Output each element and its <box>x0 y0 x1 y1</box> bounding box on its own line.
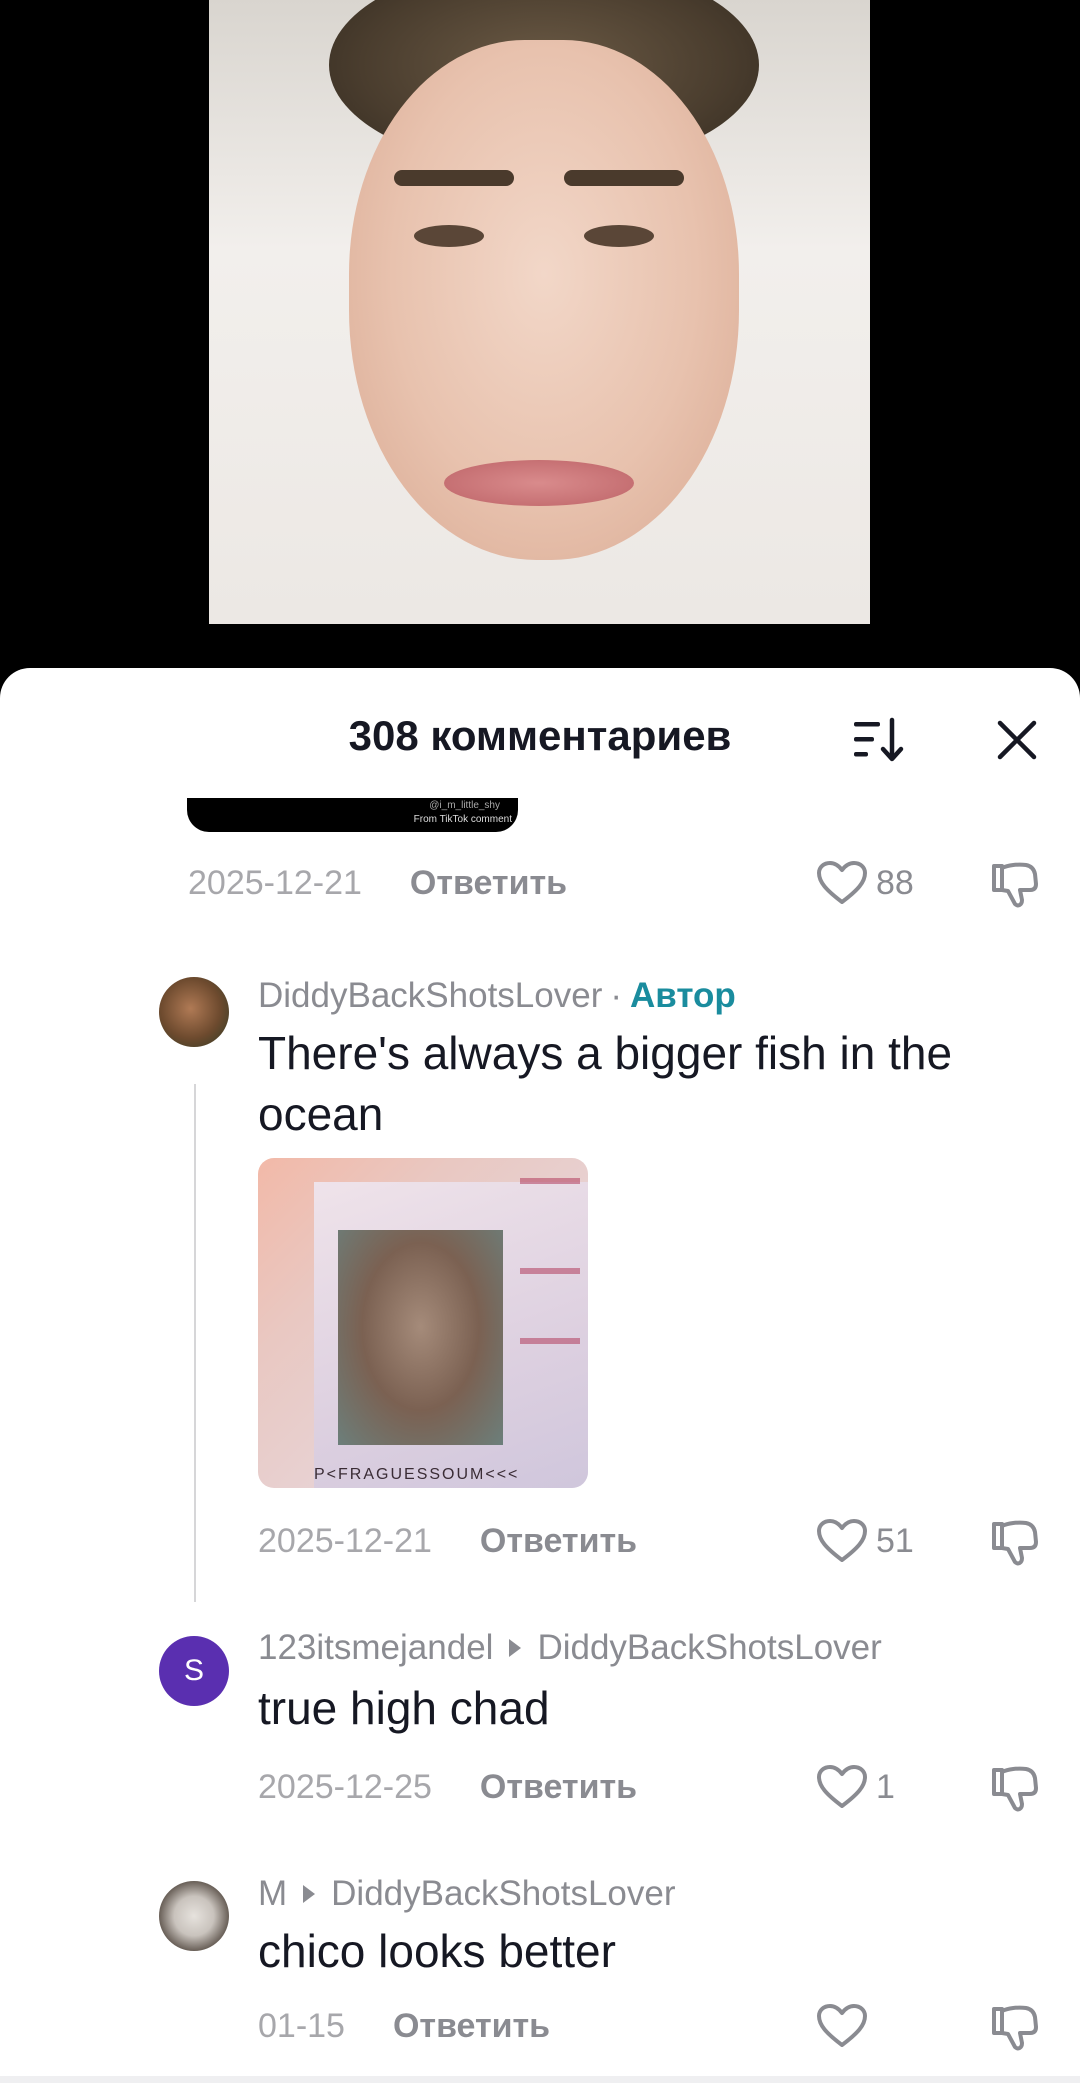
comment-text: There's always a bigger fish in the ocea… <box>258 1023 952 1145</box>
reply-to-username[interactable]: DiddyBackShotsLover <box>331 1874 675 1914</box>
avatar[interactable]: S <box>159 1636 229 1706</box>
comment-meta: 2025-12-21 Ответить <box>188 858 567 908</box>
dislike-button[interactable] <box>990 1518 1040 1573</box>
clip-source: From TikTok comment <box>413 814 512 825</box>
heart-icon <box>817 1519 867 1562</box>
sort-descending-icon <box>854 717 904 762</box>
passport-photo <box>338 1230 503 1445</box>
thumbs-down-icon <box>992 1766 1038 1812</box>
comment-text-line: There's always a bigger fish in the <box>258 1027 953 1079</box>
comment-date: 01-15 <box>258 2006 345 2045</box>
reply-arrow-icon <box>303 1885 316 1903</box>
comments-header: 308 комментариев <box>0 668 1080 798</box>
portrait-brow <box>394 170 514 186</box>
comment-text: chico looks better <box>258 1925 616 1977</box>
reply-thread-line <box>194 1084 196 1602</box>
avatar[interactable] <box>159 977 229 1047</box>
passport-image-attachment[interactable]: P<FRAGUESSOUM<<< <box>258 1158 588 1488</box>
like-button[interactable]: 1 <box>816 1762 895 1812</box>
thumbs-down-icon <box>992 1520 1038 1566</box>
reply-button[interactable]: Ответить <box>480 1522 637 1561</box>
close-icon <box>997 720 1037 760</box>
avatar-letter: S <box>183 1654 204 1687</box>
heart-icon <box>817 1765 867 1808</box>
separator-dot: · <box>610 976 622 1015</box>
dislike-button[interactable] <box>990 860 1040 915</box>
portrait-eye <box>414 225 484 247</box>
dislike-button[interactable] <box>990 1764 1040 1819</box>
comment-date: 2025-12-21 <box>258 1521 432 1560</box>
comment-text-line: ocean <box>258 1088 384 1140</box>
username[interactable]: M <box>258 1874 287 1914</box>
avatar[interactable] <box>159 1881 229 1951</box>
comment-date: 2025-12-21 <box>188 863 362 902</box>
passport-line <box>520 1178 580 1184</box>
like-button[interactable]: 88 <box>816 858 914 908</box>
username[interactable]: 123itsmejandel <box>258 1628 493 1668</box>
like-count: 51 <box>876 1521 914 1560</box>
reply-button[interactable]: Ответить <box>410 864 567 903</box>
reply-button[interactable]: Ответить <box>480 1768 637 1807</box>
portrait-brow <box>564 170 684 186</box>
portrait-lips <box>444 460 634 506</box>
heart-icon <box>817 861 867 904</box>
comment-date: 2025-12-25 <box>258 1767 432 1806</box>
comment-meta: 2025-12-21 Ответить <box>258 1516 637 1566</box>
comments-count-title: 308 комментариев <box>348 712 732 759</box>
comment-meta: 01-15 Ответить <box>258 2001 550 2051</box>
passport-line <box>520 1338 580 1344</box>
author-badge: Автор <box>630 976 736 1015</box>
sort-button[interactable] <box>848 708 912 772</box>
video-player[interactable] <box>0 0 1080 680</box>
clip-handle: @i_m_little_shy <box>429 800 500 811</box>
like-button[interactable] <box>816 2001 868 2051</box>
like-button[interactable]: 51 <box>816 1516 914 1566</box>
dislike-button[interactable] <box>990 2003 1040 2058</box>
close-button[interactable] <box>985 708 1049 772</box>
heart-icon <box>817 2004 867 2047</box>
bottom-divider <box>0 2076 1080 2083</box>
comment-meta: 2025-12-25 Ответить <box>258 1762 637 1812</box>
username[interactable]: DiddyBackShotsLover <box>258 976 602 1016</box>
passport-mrz: P<FRAGUESSOUM<<< <box>314 1466 520 1483</box>
reply-button[interactable]: Ответить <box>393 2007 550 2046</box>
comment-username-row: DiddyBackShotsLover · Автор <box>258 971 736 1021</box>
reply-to-username[interactable]: DiddyBackShotsLover <box>537 1628 881 1668</box>
portrait-eye <box>584 225 654 247</box>
comment-username-row: 123itsmejandel DiddyBackShotsLover <box>258 1623 882 1673</box>
thumbs-down-icon <box>992 862 1038 908</box>
reply-arrow-icon <box>509 1639 522 1657</box>
passport-line <box>520 1268 580 1274</box>
comment-username-row: M DiddyBackShotsLover <box>258 1869 676 1919</box>
thumbs-down-icon <box>992 2005 1038 2051</box>
like-count: 1 <box>876 1767 895 1806</box>
like-count: 88 <box>876 863 914 902</box>
comment-text: true high chad <box>258 1682 550 1734</box>
comment-image-attachment[interactable]: @i_m_little_shy From TikTok comment <box>187 798 518 832</box>
video-frame-portrait <box>209 0 870 624</box>
